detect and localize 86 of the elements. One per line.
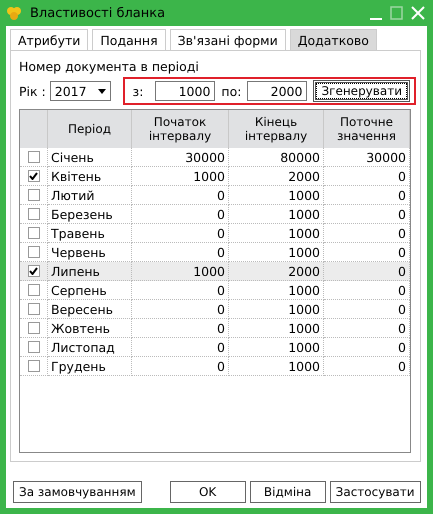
table-cell: 0	[324, 205, 410, 224]
maximize-icon[interactable]	[390, 6, 403, 20]
column-header: Кінець інтервалу	[229, 110, 324, 148]
table-cell: 30000	[132, 148, 229, 167]
table-cell: Березень	[48, 205, 132, 224]
table-cell: 30000	[324, 148, 410, 167]
table-cell: 1000	[229, 357, 324, 376]
table-cell: 80000	[229, 148, 324, 167]
table-cell: Січень	[48, 148, 132, 167]
app-logo-icon	[6, 6, 22, 20]
checkbox[interactable]	[28, 227, 40, 239]
table-cell: Жовтень	[48, 319, 132, 338]
from-field[interactable]: 1000	[155, 81, 216, 101]
checkbox[interactable]	[28, 265, 40, 277]
table-cell: Липень	[48, 262, 132, 281]
table-cell: 0	[324, 186, 410, 205]
checkbox[interactable]	[28, 208, 40, 220]
dropdown-arrow-icon	[98, 88, 106, 94]
table-cell: Травень	[48, 224, 132, 243]
header-cell	[20, 110, 48, 148]
table-cell: Квітень	[48, 167, 132, 186]
table-cell: 0	[132, 300, 229, 319]
checkbox[interactable]	[28, 303, 40, 315]
checkbox[interactable]	[28, 246, 40, 258]
table-cell: 1000	[229, 224, 324, 243]
table-cell: Лютий	[48, 186, 132, 205]
table-cell: 0	[132, 186, 229, 205]
tab[interactable]: Подання	[92, 29, 166, 50]
table-cell: 1000	[229, 186, 324, 205]
table-cell: Червень	[48, 243, 132, 262]
apply-button[interactable]: Застосувати	[330, 481, 421, 503]
table-cell: 1000	[229, 243, 324, 262]
checkbox[interactable]	[28, 151, 40, 163]
table-cell: 0	[132, 357, 229, 376]
checkbox[interactable]	[28, 360, 40, 372]
table-cell: 0	[132, 281, 229, 300]
checkbox[interactable]	[28, 189, 40, 201]
cancel-button[interactable]: Відміна	[250, 481, 326, 503]
table-cell: 0	[132, 205, 229, 224]
table-cell: 0	[324, 167, 410, 186]
column-header: Період	[48, 110, 132, 148]
table-cell: 1000	[229, 338, 324, 357]
column-header: Початок інтервалу	[132, 110, 229, 148]
checkbox[interactable]	[28, 322, 40, 334]
checkbox[interactable]	[28, 170, 40, 182]
table-cell: 0	[324, 281, 410, 300]
table-cell: 0	[132, 338, 229, 357]
column-header: Поточне значення	[324, 110, 410, 148]
table-cell: 1000	[229, 319, 324, 338]
table-cell: Серпень	[48, 281, 132, 300]
tab[interactable]: Зв'язані форми	[170, 29, 286, 50]
checkbox[interactable]	[28, 284, 40, 296]
tab[interactable]: Додатково	[290, 29, 377, 50]
table-cell: 1000	[132, 167, 229, 186]
table-cell: 1000	[229, 205, 324, 224]
ok-button[interactable]: OK	[170, 481, 246, 503]
generate-button[interactable]: Згенерувати	[313, 80, 410, 102]
table-cell: 0	[324, 224, 410, 243]
table-cell: 1000	[229, 300, 324, 319]
window-title: Властивості бланка	[30, 6, 166, 20]
table-cell: 0	[132, 243, 229, 262]
table-cell: 2000	[229, 167, 324, 186]
table-cell: 0	[324, 338, 410, 357]
table-cell: 0	[132, 224, 229, 243]
defaults-button[interactable]: За замовчуванням	[13, 481, 142, 503]
checkbox[interactable]	[28, 341, 40, 353]
table-cell: Листопад	[48, 338, 132, 357]
table-cell: 0	[324, 262, 410, 281]
year-dropdown[interactable]: 2017	[50, 81, 111, 101]
year-label: Рік :	[19, 84, 46, 98]
table-cell: Вересень	[48, 300, 132, 319]
table-cell: 1000	[132, 262, 229, 281]
table-cell: 0	[324, 243, 410, 262]
table-cell: Грудень	[48, 357, 132, 376]
to-field[interactable]: 2000	[247, 81, 308, 101]
tab[interactable]: Атрибути	[10, 29, 88, 50]
to-label: по:	[221, 84, 242, 98]
close-icon[interactable]	[411, 6, 425, 20]
from-label: з:	[132, 84, 144, 98]
section-title: Номер документа в періоді	[19, 59, 200, 74]
table-cell: 2000	[229, 262, 324, 281]
table-cell: 0	[324, 357, 410, 376]
table-cell: 0	[324, 300, 410, 319]
table-cell: 0	[132, 319, 229, 338]
table-cell: 1000	[229, 281, 324, 300]
table-cell: 0	[324, 319, 410, 338]
